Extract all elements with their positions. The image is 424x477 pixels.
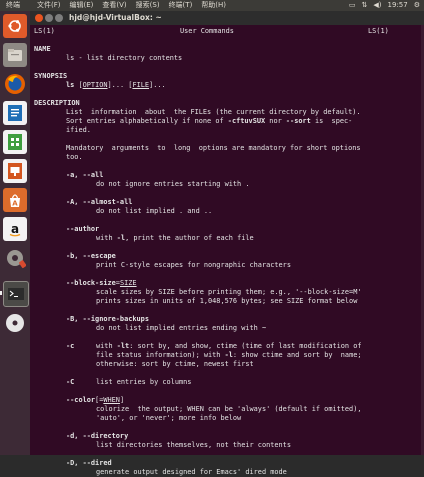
ubuntu-dash-icon[interactable] (3, 14, 27, 38)
man-header-left: LS(1) (34, 27, 55, 35)
menu-help[interactable]: 帮助(H) (201, 0, 226, 11)
terminal-window: hjd@hjd-VirtualBox: ~ LS(1) User Command… (30, 11, 424, 476)
active-app-name: 终端 (6, 1, 20, 9)
option-name: -a, --all (66, 171, 104, 179)
network-icon[interactable]: ⇅ (362, 0, 368, 11)
terminal-content[interactable]: LS(1) User Commands LS(1) NAME ls - list… (30, 25, 424, 476)
maximize-icon[interactable] (55, 14, 63, 22)
system-settings-icon[interactable] (3, 246, 27, 270)
option-desc: with -lt: sort by, and show, ctime (time… (96, 342, 362, 350)
option-name: -D, --dired (66, 459, 112, 467)
menu-terminal[interactable]: 终端(T) (169, 0, 193, 11)
option-desc: do not list implied . and .. (96, 207, 213, 215)
close-icon[interactable] (35, 14, 43, 22)
desc-line: Sort entries alphabetically if none of -… (66, 117, 353, 125)
option-name: -A, --almost-all (66, 198, 133, 206)
description-heading: DESCRIPTION (34, 99, 80, 107)
keyboard-icon[interactable]: ▭ (349, 0, 356, 11)
minimize-icon[interactable] (45, 14, 53, 22)
firefox-icon[interactable] (3, 72, 27, 96)
svg-text:a: a (11, 222, 19, 236)
amazon-icon[interactable]: a (3, 217, 27, 241)
option-desc: 'auto', or 'never'; more info below (96, 414, 242, 422)
option-desc: print C-style escapes for nongraphic cha… (96, 261, 291, 269)
svg-text:A: A (12, 200, 18, 208)
option-name: -C (66, 378, 75, 386)
option-name: -c (66, 342, 75, 350)
active-indicator (0, 291, 2, 295)
option-desc: list directories themselves, not their c… (96, 441, 291, 449)
gear-icon[interactable]: ⚙ (414, 0, 420, 11)
option-name: -b, --escape (66, 252, 116, 260)
option-desc: colorize the output; WHEN can be 'always… (96, 405, 362, 413)
desc-line: too. (66, 153, 83, 161)
dvd-icon[interactable] (3, 311, 27, 335)
menu-file[interactable]: 文件(F) (37, 0, 61, 11)
software-center-icon[interactable]: A (3, 188, 27, 212)
synopsis-heading: SYNOPSIS (34, 72, 68, 80)
app-menu: 文件(F) 编辑(E) 查看(V) 搜索(S) 终端(T) 帮助(H) (37, 0, 235, 11)
name-line: ls - list directory contents (66, 54, 183, 62)
option-desc: otherwise: sort by ctime, newest first (96, 360, 254, 368)
option-name: --author (66, 225, 100, 233)
option-desc: do not list implied entries ending with … (96, 324, 267, 332)
option-desc: list entries by columns (96, 378, 192, 386)
man-header-right: LS(1) (368, 27, 389, 35)
system-tray: ▭ ⇅ ◀) 19:57 ⚙ (343, 0, 420, 11)
files-icon[interactable] (3, 43, 27, 67)
option-name: -d, --directory (66, 432, 129, 440)
menu-edit[interactable]: 编辑(E) (70, 0, 94, 11)
clock[interactable]: 19:57 (388, 0, 408, 11)
option-desc: do not ignore entries starting with . (96, 180, 250, 188)
option-desc: scale sizes by SIZE before printing them… (96, 288, 362, 296)
launcher: A a (0, 11, 30, 455)
option-name: --color[=WHEN] (66, 396, 125, 404)
option-desc: with -l, print the author of each file (96, 234, 254, 242)
synopsis-line: ls [OPTION]... [FILE]... (66, 81, 166, 89)
desc-line: ified. (66, 126, 91, 134)
window-title: hjd@hjd-VirtualBox: ~ (69, 13, 162, 22)
window-titlebar[interactable]: hjd@hjd-VirtualBox: ~ (30, 11, 424, 25)
option-desc: prints sizes in units of 1,048,576 bytes… (96, 297, 358, 305)
desc-line: List information about the FILEs (the cu… (66, 108, 361, 116)
man-header-center: User Commands (180, 27, 234, 35)
option-name: --block-size=SIZE (66, 279, 137, 287)
name-heading: NAME (34, 45, 51, 53)
option-desc: generate output designed for Emacs' dire… (96, 468, 287, 476)
option-desc: file status information); with -l: show … (96, 351, 362, 359)
terminal-icon[interactable] (3, 281, 29, 307)
top-panel: 终端 文件(F) 编辑(E) 查看(V) 搜索(S) 终端(T) 帮助(H) ▭… (0, 0, 424, 11)
calc-icon[interactable] (3, 130, 27, 154)
desc-line: Mandatory arguments to long options are … (66, 144, 361, 152)
writer-icon[interactable] (3, 101, 27, 125)
option-name: -B, --ignore-backups (66, 315, 149, 323)
menu-search[interactable]: 搜索(S) (136, 0, 160, 11)
menu-view[interactable]: 查看(V) (102, 0, 126, 11)
impress-icon[interactable] (3, 159, 27, 183)
volume-icon[interactable]: ◀) (373, 0, 381, 11)
